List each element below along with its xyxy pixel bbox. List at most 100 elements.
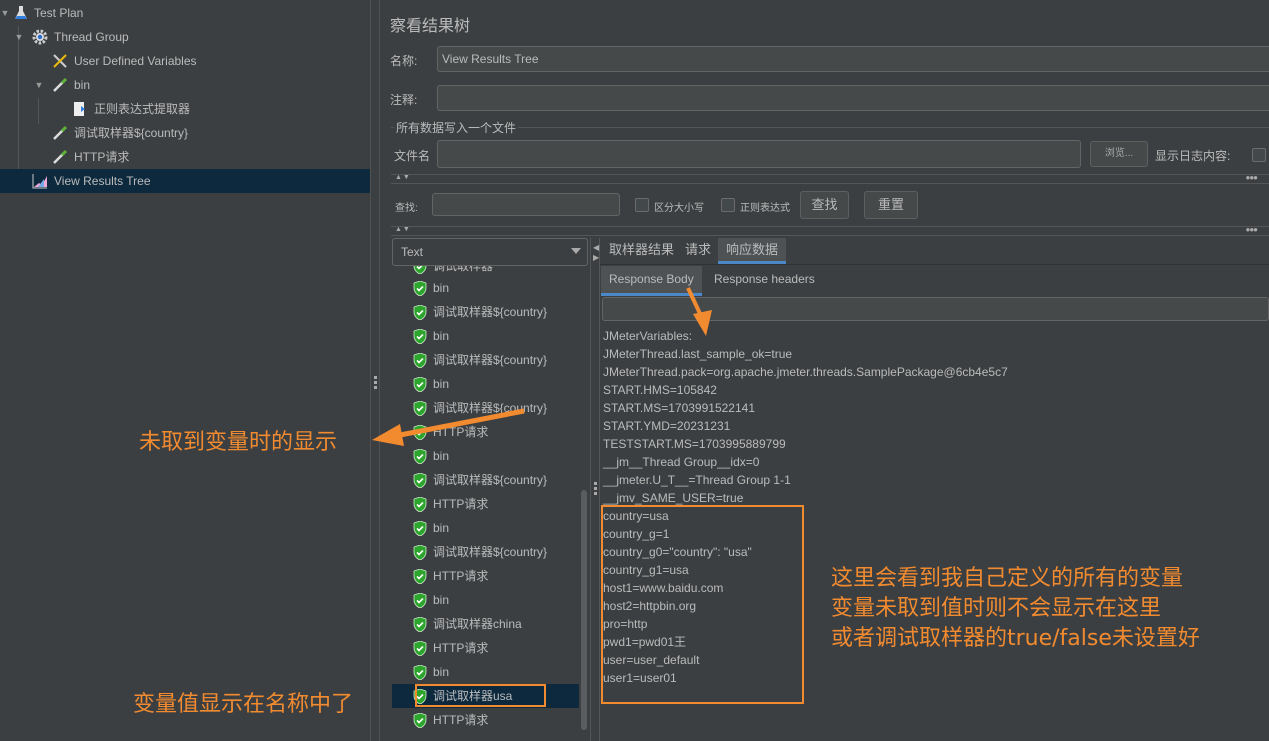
list-item-label: HTTP请求 [433, 569, 489, 583]
success-shield-icon [413, 281, 427, 296]
renderer-selected-value: Text [401, 245, 424, 259]
more-dots-icon[interactable]: ●●● [1246, 173, 1258, 182]
response-line: START.HMS=105842 [603, 383, 717, 397]
list-item[interactable]: bin [392, 588, 589, 612]
annotation-line: 这里会看到我自己定义的所有的变量 [831, 566, 1184, 591]
list-item[interactable]: 调试取样器${country} [392, 396, 589, 420]
annotation-unresolved-variable: 未取到变量时的显示 [139, 430, 338, 455]
response-search-input[interactable] [602, 297, 1269, 321]
splitter-grip-icon[interactable] [594, 482, 597, 497]
list-item-label: bin [433, 665, 450, 679]
list-item[interactable]: 调试取样器${country} [392, 348, 589, 372]
list-item[interactable]: 调试取样器${country} [392, 468, 589, 492]
collapse-arrows-icon[interactable]: ▲▼ [395, 226, 411, 233]
tree-item-regex-extractor[interactable]: 正则表达式提取器 [0, 97, 370, 121]
success-shield-icon [413, 569, 427, 584]
results-splitter[interactable] [590, 238, 600, 741]
pipette-icon [53, 77, 68, 92]
list-item[interactable]: 调试取样器china [392, 612, 589, 636]
tab-sampler-result[interactable]: 取样器结果 [601, 238, 682, 264]
list-item[interactable]: bin [392, 444, 589, 468]
search-label: 查找: [395, 203, 418, 214]
list-item[interactable]: bin [392, 276, 589, 300]
list-item-label: HTTP请求 [433, 641, 489, 655]
regex-checkbox[interactable] [721, 198, 735, 212]
gear-icon [32, 29, 48, 45]
tab-response-data[interactable]: 响应数据 [718, 238, 787, 264]
response-line: JMeterThread.last_sample_ok=true [603, 347, 793, 361]
results-list: 调试取样器 bin 调试取样器${country} bin 调试取样器${countr… [392, 266, 589, 741]
expand-icon[interactable]: ▼ [14, 25, 24, 49]
list-item-label: 调试取样器${country} [433, 401, 548, 415]
list-item[interactable]: bin [392, 324, 589, 348]
response-line: START.YMD=20231231 [603, 419, 731, 433]
list-item-label: bin [433, 281, 450, 295]
success-shield-icon [413, 401, 427, 416]
tree-item-debug-sampler[interactable]: 调试取样器${country} [0, 121, 370, 145]
results-scrollbar-thumb[interactable] [581, 490, 587, 730]
case-sensitive-checkbox[interactable] [635, 198, 649, 212]
annotation-value-in-name: 变量值显示在名称中了 [133, 692, 354, 717]
extractor-icon [74, 102, 85, 116]
response-line: JMeterThread.pack=org.apache.jmeter.thre… [603, 365, 1008, 379]
list-item-label: 调试取样器${country} [433, 473, 548, 487]
tree-item-user-defined-variables[interactable]: User Defined Variables [0, 49, 370, 73]
reset-button[interactable]: 重置 [864, 191, 918, 219]
tab-request[interactable]: 请求 [677, 238, 719, 264]
list-item[interactable]: HTTP请求 [392, 564, 589, 588]
tree-item-test-plan[interactable]: ▼ Test Plan [0, 1, 370, 25]
subtab-response-body[interactable]: Response Body [601, 266, 702, 296]
expand-icon[interactable]: ▼ [34, 73, 44, 97]
success-shield-icon [413, 545, 427, 560]
browse-button[interactable]: 浏览... [1090, 141, 1148, 167]
tree-item-bin[interactable]: ▼ bin [0, 73, 370, 97]
list-item[interactable]: HTTP请求 [392, 636, 589, 660]
collapse-arrows-icon[interactable]: ▲▼ [395, 174, 411, 181]
name-input[interactable] [437, 46, 1269, 72]
response-line: START.MS=1703991522141 [603, 401, 755, 415]
list-item[interactable]: bin [392, 516, 589, 540]
tree-item-thread-group[interactable]: ▼ Thread Group [0, 25, 370, 49]
response-line: __jmeter.U_T__=Thread Group 1-1 [603, 473, 791, 487]
more-dots-icon[interactable]: ●●● [1246, 225, 1258, 234]
chevron-down-icon [571, 248, 581, 254]
panel-splitter[interactable] [370, 0, 380, 741]
list-item[interactable]: 调试取样器${country} [392, 300, 589, 324]
regex-label: 正则表达式 [740, 203, 790, 214]
collapse-arrows-icon[interactable]: ◀ ▶ [593, 243, 599, 263]
response-line: __jm__Thread Group__idx=0 [603, 455, 760, 469]
list-item[interactable]: HTTP请求 [392, 708, 589, 732]
annotation-selected-item-box [415, 684, 546, 707]
list-item[interactable]: bin [392, 372, 589, 396]
wrench-screwdriver-icon [53, 54, 67, 68]
success-shield-icon [413, 521, 427, 536]
list-item[interactable]: HTTP请求 [392, 420, 589, 444]
success-shield-icon [413, 473, 427, 488]
success-shield-icon [413, 593, 427, 608]
list-item-label: HTTP请求 [433, 713, 489, 727]
find-button[interactable]: 查找 [800, 191, 849, 219]
splitter-grip-icon[interactable] [374, 376, 377, 391]
divider [391, 235, 1269, 236]
renderer-select[interactable]: Text [392, 238, 588, 266]
expand-icon[interactable]: ▼ [0, 1, 10, 25]
list-item-label: 调试取样器${country} [433, 353, 548, 367]
filename-input[interactable] [437, 140, 1081, 168]
divider [391, 183, 1269, 184]
list-item[interactable]: 调试取样器${country} [392, 540, 589, 564]
comment-input[interactable] [437, 85, 1269, 111]
tree-item-view-results-tree[interactable]: View Results Tree [0, 169, 370, 193]
list-item-label: bin [433, 521, 450, 535]
list-item-label: HTTP请求 [433, 425, 489, 439]
success-shield-icon [413, 377, 427, 392]
success-shield-icon [413, 713, 427, 728]
success-shield-icon [413, 449, 427, 464]
show-log-checkbox[interactable] [1252, 148, 1266, 162]
list-item[interactable]: HTTP请求 [392, 492, 589, 516]
comment-label: 注释: [390, 93, 418, 107]
annotation-variables-box [601, 505, 804, 704]
search-input[interactable] [432, 193, 620, 216]
tree-item-http-request[interactable]: HTTP请求 [0, 145, 370, 169]
list-item[interactable]: bin [392, 660, 589, 684]
subtab-response-headers[interactable]: Response headers [706, 266, 823, 296]
